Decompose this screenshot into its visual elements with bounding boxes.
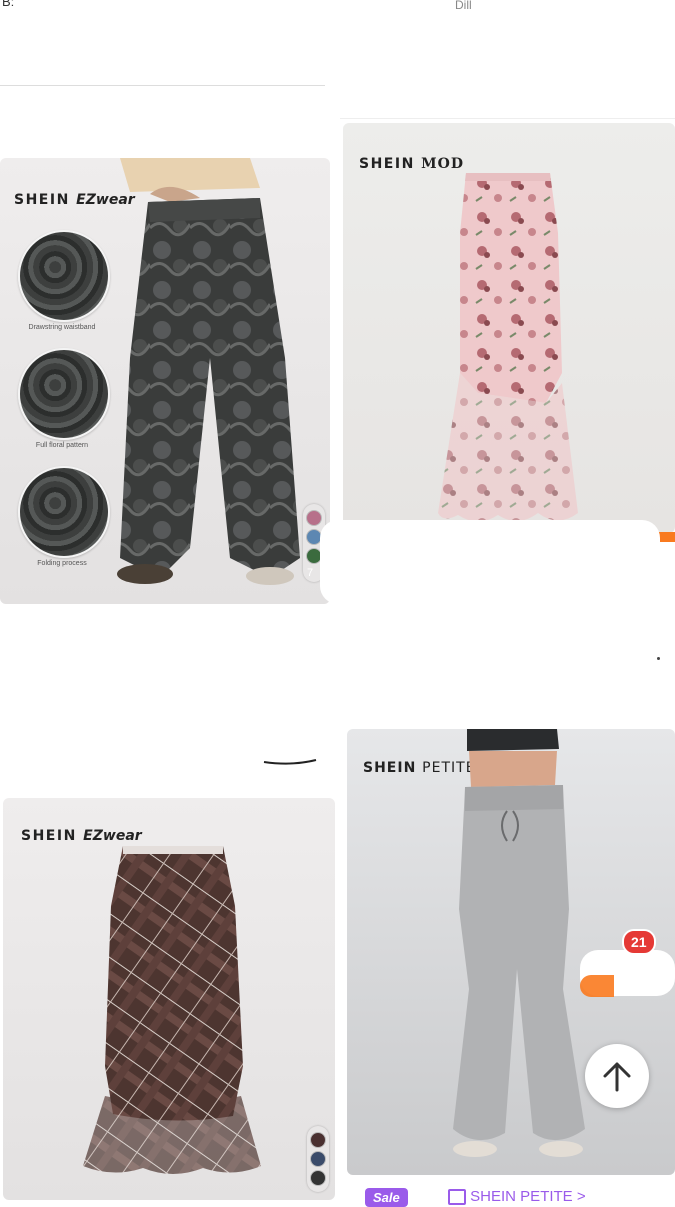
brand-logo: SHEIN EZwear	[21, 828, 142, 844]
color-swatch[interactable]	[310, 1132, 326, 1148]
product-image-skirt	[438, 173, 578, 522]
detail-caption: Drawstring waistband	[28, 324, 96, 331]
product-card-wide-leg-pants[interactable]: SHEIN EZwear Drawstring waistband Full f…	[0, 158, 330, 604]
brand-logo: SHEIN MOD	[359, 156, 465, 172]
product-card-plaid-skirt[interactable]: SHEIN EZwear	[3, 798, 335, 1200]
redaction-blob	[320, 520, 660, 604]
stray-stroke	[263, 759, 317, 765]
shop-icon	[448, 1189, 466, 1206]
detail-caption: Full floral pattern	[35, 442, 89, 449]
top-fragment-left: B:	[2, 0, 15, 9]
product-card-floral-skirt[interactable]: SHEIN MOD	[343, 123, 675, 533]
detail-caption: Folding process	[37, 560, 87, 567]
color-swatch[interactable]	[306, 510, 322, 526]
detail-image-waistband	[18, 230, 110, 322]
store-link[interactable]: SHEIN PETITE >	[448, 1188, 586, 1206]
product-image-pants	[117, 158, 300, 585]
arrow-up-icon	[603, 1062, 631, 1092]
sale-tag: Sale	[365, 1188, 408, 1207]
detail-image-pattern	[18, 348, 110, 440]
back-to-top-button[interactable]	[585, 1044, 649, 1108]
divider	[340, 118, 675, 119]
cart-fab-edge[interactable]	[580, 975, 614, 997]
detail-image-fold	[18, 466, 110, 558]
color-swatches[interactable]	[307, 1126, 329, 1192]
color-swatch[interactable]	[310, 1170, 326, 1186]
stray-dot	[657, 657, 660, 660]
product-image-pants	[453, 729, 585, 1157]
store-link-label[interactable]: SHEIN PETITE >	[470, 1188, 585, 1205]
cart-count-badge: 21	[622, 929, 656, 955]
divider	[0, 85, 325, 86]
product-image-skirt	[83, 846, 261, 1174]
color-swatch[interactable]	[310, 1151, 326, 1167]
top-fragment-right: Dill	[455, 0, 472, 12]
